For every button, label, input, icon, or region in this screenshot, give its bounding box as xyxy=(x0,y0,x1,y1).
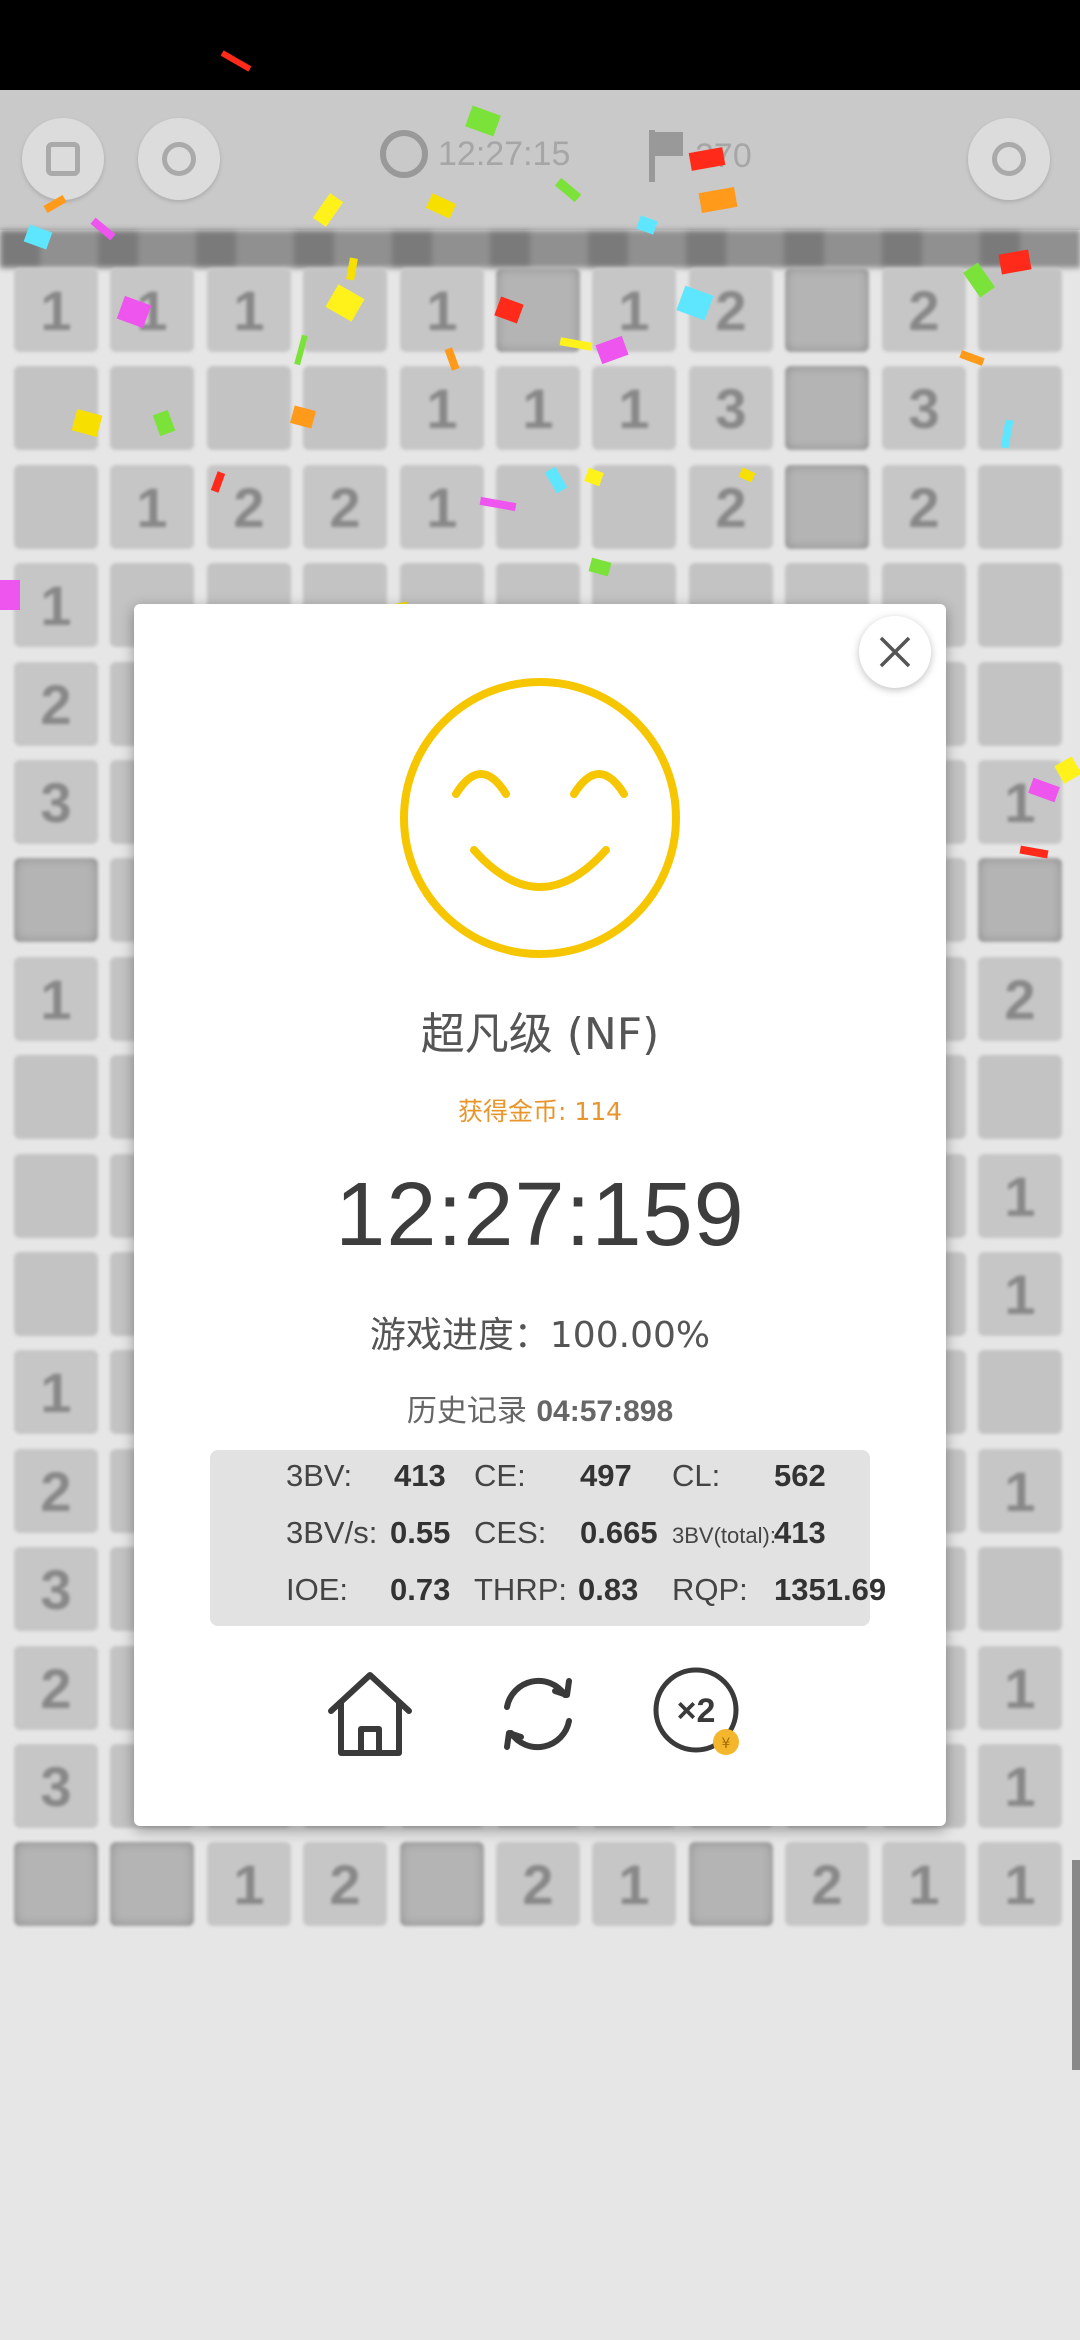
result-dialog: 超凡级 (NF) 获得金币: 114 12:27:159 游戏进度：100.00… xyxy=(134,604,946,1826)
stats-panel: 3BV: 413 CE: 497 CL: 562 3BV/s: 0.55 CES… xyxy=(210,1450,886,1626)
confetti-piece xyxy=(1000,419,1014,449)
confetti-piece xyxy=(116,295,152,329)
confetti-piece xyxy=(959,350,985,366)
confetti-piece xyxy=(294,334,308,366)
confetti-piece xyxy=(998,249,1032,275)
replay-button[interactable] xyxy=(488,1664,588,1764)
action-bar: ×2 ¥ xyxy=(134,1664,946,1774)
confetti-piece xyxy=(425,193,457,219)
status-bar xyxy=(0,0,1080,90)
close-button[interactable] xyxy=(859,616,931,688)
stat-value: 0.665 xyxy=(580,1515,658,1550)
close-icon xyxy=(879,636,911,668)
confetti-piece xyxy=(444,347,460,371)
history-record: 历史记录 04:57:898 xyxy=(134,1386,946,1430)
confetti-piece xyxy=(588,557,612,577)
confetti-piece xyxy=(152,409,176,437)
stat-label: 3BV: xyxy=(286,1458,353,1493)
confetti-piece xyxy=(688,147,726,171)
confetti-piece xyxy=(595,335,629,365)
confetti-piece xyxy=(636,215,658,235)
confetti-piece xyxy=(1019,845,1049,859)
confetti-piece xyxy=(738,467,756,483)
confetti-piece xyxy=(494,296,524,324)
stat-label: RQP: xyxy=(672,1572,748,1607)
smiley-face-icon xyxy=(400,678,680,958)
finish-time: 12:27:159 xyxy=(335,1165,745,1265)
confetti-piece xyxy=(312,193,344,227)
stat-label: THRP: xyxy=(474,1572,567,1607)
double-coins-button[interactable]: ×2 ¥ xyxy=(648,1664,748,1764)
confetti-piece xyxy=(0,580,20,610)
confetti-piece xyxy=(559,337,593,351)
home-icon xyxy=(328,1672,412,1756)
svg-text:¥: ¥ xyxy=(722,1736,731,1752)
stat-value: 562 xyxy=(774,1458,826,1493)
stat-label: CL: xyxy=(672,1458,721,1493)
double-badge-text: ×2 xyxy=(677,1692,716,1730)
stat-label: CES: xyxy=(474,1515,547,1550)
game-progress: 游戏进度：100.00% xyxy=(369,1315,711,1356)
confetti-piece xyxy=(346,257,358,281)
confetti-piece xyxy=(325,284,365,322)
confetti-piece xyxy=(23,224,53,250)
stat-value: 413 xyxy=(394,1458,446,1493)
double-reward-icon: ×2 ¥ xyxy=(653,1667,739,1755)
record-label: 历史记录 xyxy=(406,1394,527,1429)
stat-label: 3BV/s: xyxy=(286,1515,378,1550)
stat-value: 0.73 xyxy=(390,1572,451,1607)
confetti-piece xyxy=(698,187,738,213)
confetti-piece xyxy=(554,177,582,203)
confetti-piece xyxy=(479,496,517,512)
confetti-piece xyxy=(290,405,316,429)
home-button[interactable] xyxy=(320,1664,420,1764)
confetti-piece xyxy=(210,471,226,493)
rank-title: 超凡级 (NF) xyxy=(420,1009,660,1060)
stat-value: 413 xyxy=(774,1515,826,1550)
stat-value: 497 xyxy=(580,1458,632,1493)
confetti-piece xyxy=(71,409,103,437)
confetti-piece xyxy=(1028,777,1060,803)
stat-value: 1351.69 xyxy=(774,1572,887,1607)
confetti-piece xyxy=(465,105,501,137)
record-value: 04:57:898 xyxy=(536,1395,674,1428)
confetti-piece xyxy=(584,467,604,487)
stat-label: IOE: xyxy=(286,1572,349,1607)
confetti-piece xyxy=(963,262,995,298)
stat-label: CE: xyxy=(474,1458,526,1493)
coins-earned: 获得金币: 114 xyxy=(457,1097,623,1126)
confetti-piece xyxy=(90,217,116,241)
confetti-piece xyxy=(676,285,714,321)
stat-value: 0.83 xyxy=(578,1572,639,1607)
stat-label: 3BV(total): xyxy=(672,1523,776,1548)
confetti-piece xyxy=(544,466,568,494)
confetti-piece xyxy=(43,195,67,213)
refresh-icon xyxy=(504,1677,572,1751)
stat-value: 0.55 xyxy=(390,1515,451,1550)
confetti-piece xyxy=(1054,756,1080,784)
